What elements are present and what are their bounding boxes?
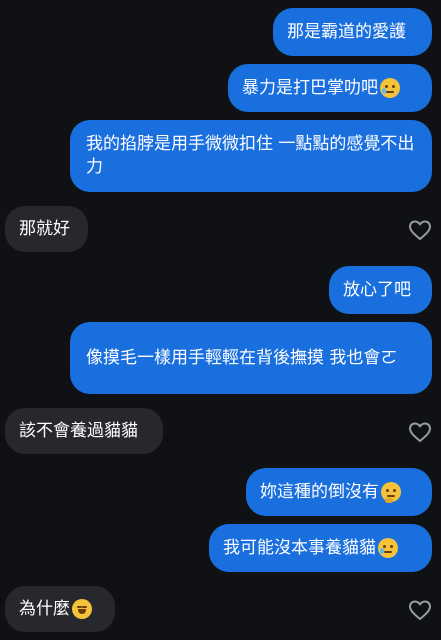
heart-outline-icon[interactable] xyxy=(408,599,432,621)
chat-thread: 那是霸道的愛護 暴力是打巴掌叻吧 我的掐脖是用手微微扣住 一點點的感覺不出力 那… xyxy=(0,0,441,640)
message-bubble-outgoing[interactable]: 放心了吧 xyxy=(329,266,432,314)
grinning-squinting-face-icon xyxy=(72,599,92,619)
message-text: 那就好 xyxy=(19,218,70,239)
message-text: 妳這種的倒沒有 xyxy=(260,481,379,502)
message-bubble-outgoing[interactable]: 妳這種的倒沒有 xyxy=(246,468,432,516)
message-text: 暴力是打巴掌叻吧 xyxy=(242,77,378,98)
heart-outline-icon[interactable] xyxy=(408,421,432,443)
message-text: 像摸毛一樣用手輕輕在背後撫摸 我也會ㄛ xyxy=(86,347,398,368)
message-text: 該不會養過貓貓 xyxy=(19,420,138,441)
message-text: 為什麼 xyxy=(19,598,70,619)
face-holding-back-tears-icon xyxy=(380,78,400,98)
message-bubble-outgoing[interactable]: 我可能沒本事養貓貓 xyxy=(209,524,432,572)
message-bubble-outgoing[interactable]: 暴力是打巴掌叻吧 xyxy=(228,64,432,112)
message-text: 我可能沒本事養貓貓 xyxy=(223,537,376,558)
message-bubble-incoming[interactable]: 該不會養過貓貓 xyxy=(5,408,163,454)
heart-outline-icon[interactable] xyxy=(408,219,432,241)
message-bubble-outgoing[interactable]: 像摸毛一樣用手輕輕在背後撫摸 我也會ㄛ xyxy=(70,322,432,394)
message-text: 我的掐脖是用手微微扣住 一點點的感覺不出力 xyxy=(86,134,415,177)
face-holding-back-tears-icon xyxy=(378,538,398,558)
thinking-face-icon xyxy=(381,482,401,503)
message-text: 那是霸道的愛護 xyxy=(287,21,406,42)
message-text: 放心了吧 xyxy=(343,279,411,300)
message-bubble-incoming[interactable]: 那就好 xyxy=(5,206,88,252)
message-bubble-outgoing[interactable]: 那是霸道的愛護 xyxy=(273,8,432,56)
message-bubble-incoming[interactable]: 為什麼 xyxy=(5,586,115,632)
message-bubble-outgoing[interactable]: 我的掐脖是用手微微扣住 一點點的感覺不出力 xyxy=(70,120,432,192)
